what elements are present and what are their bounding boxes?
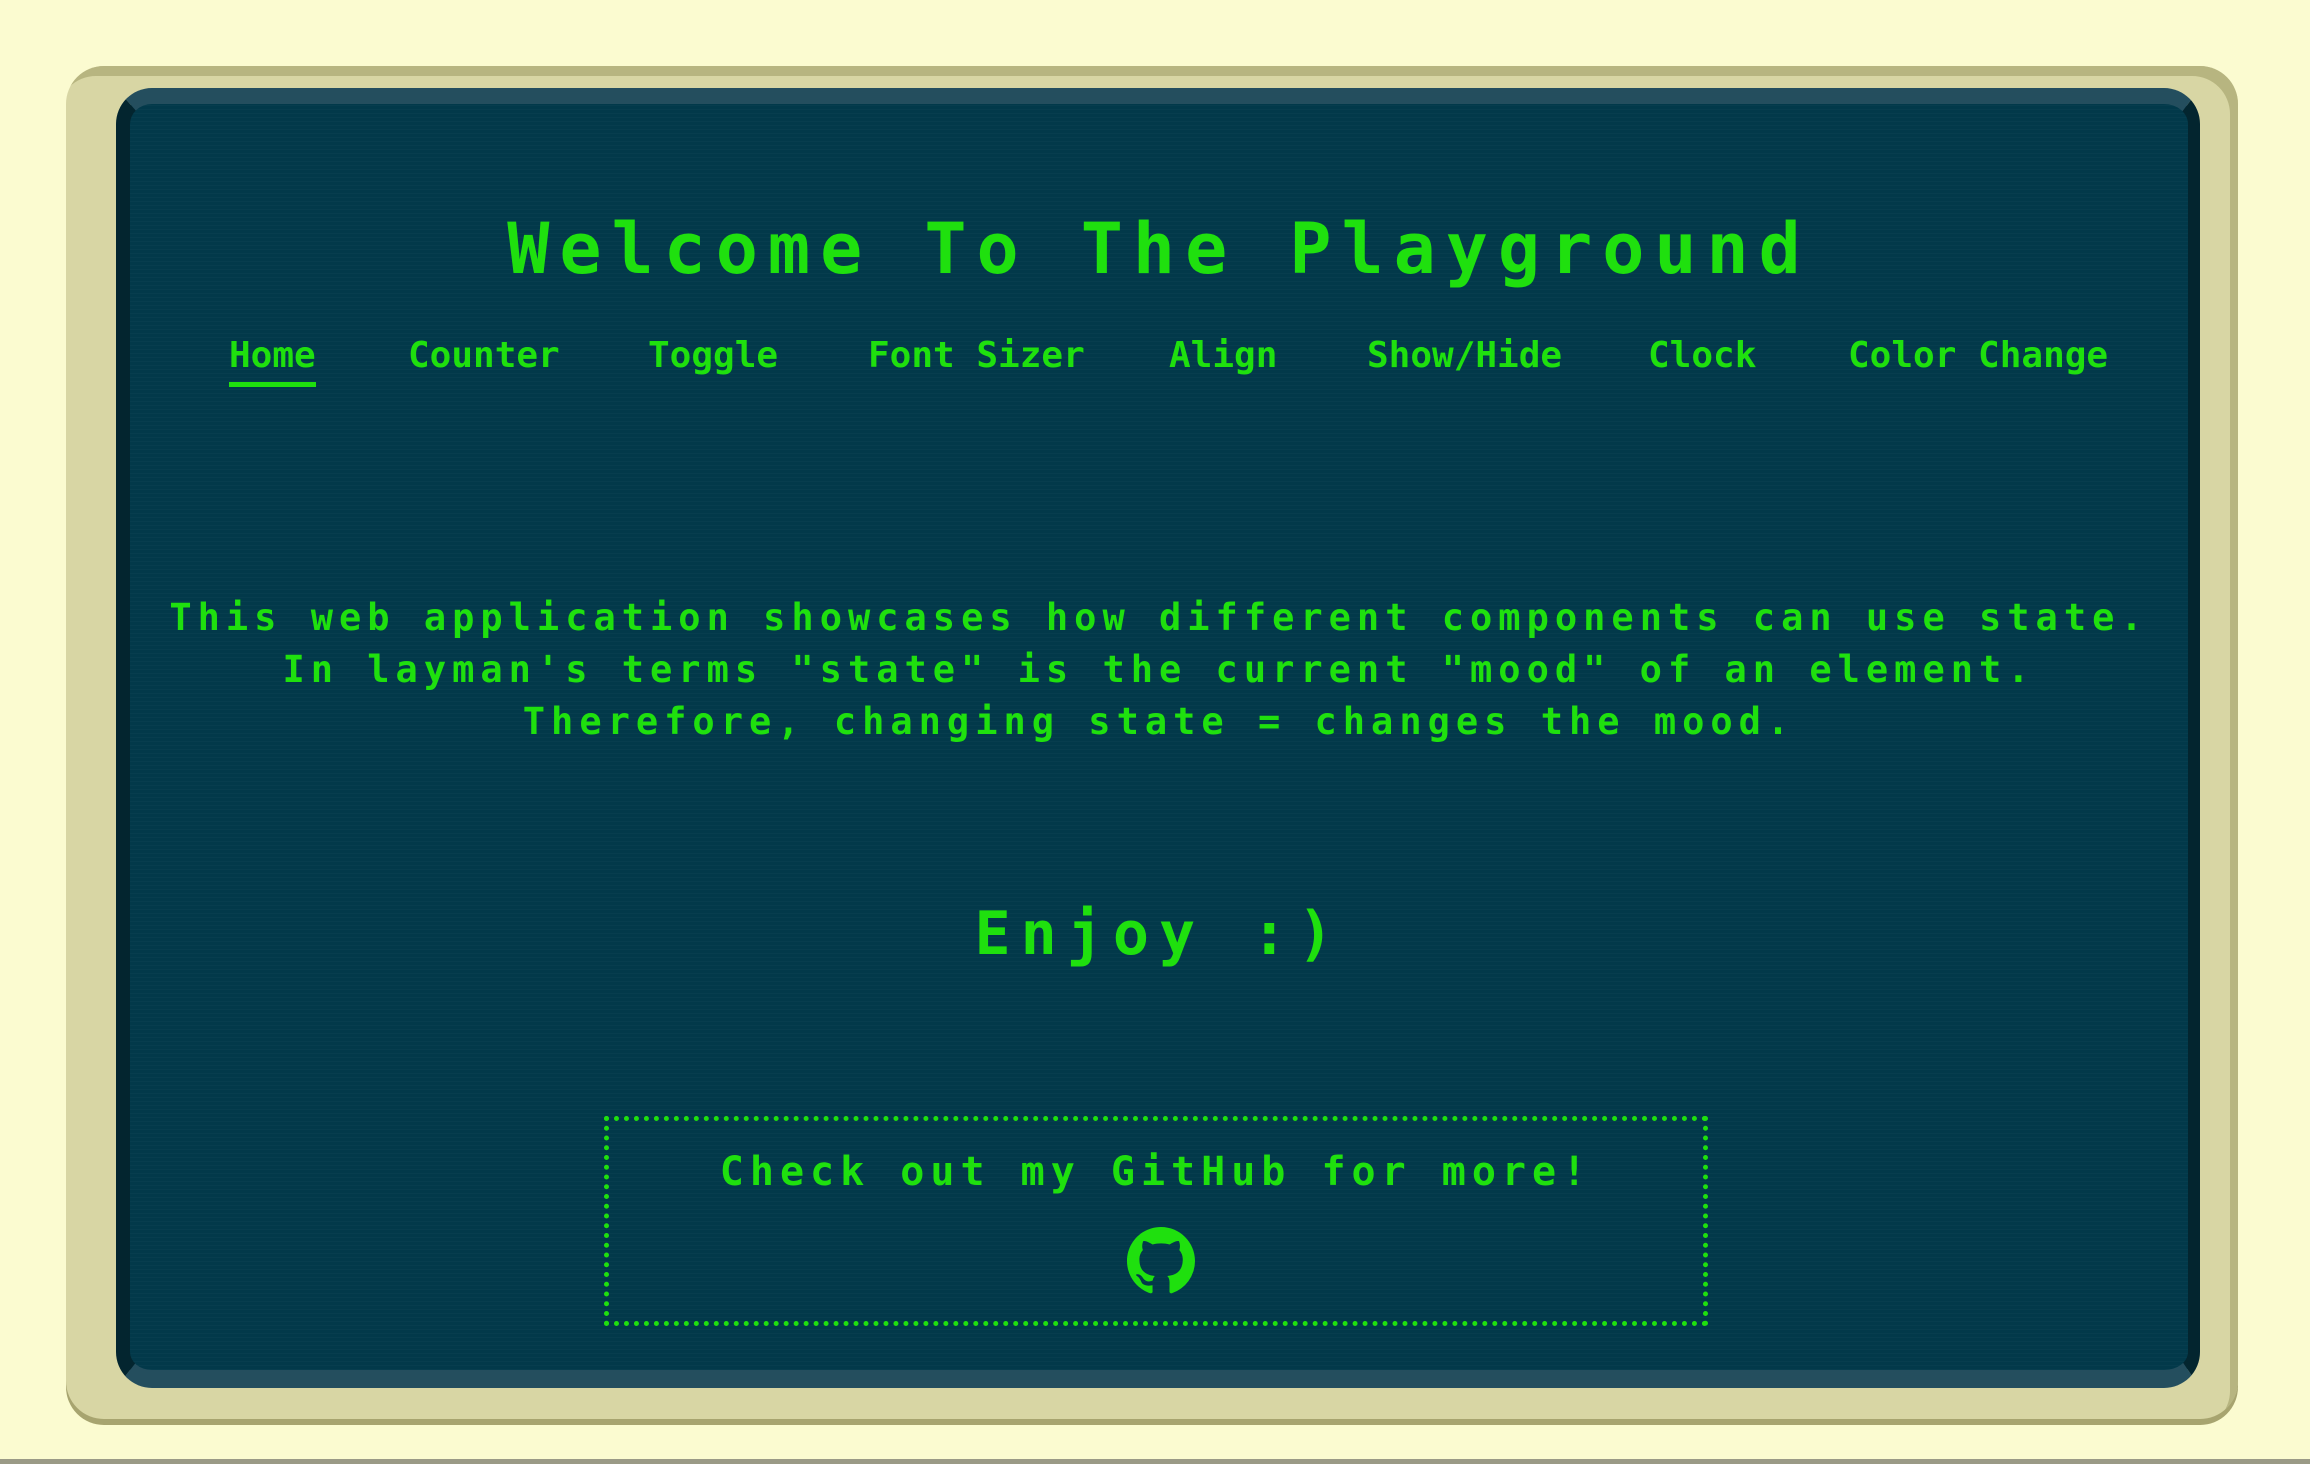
enjoy-text: Enjoy :) bbox=[974, 899, 1344, 969]
description-line-3: Therefore, changing state = changes the … bbox=[522, 700, 1796, 743]
github-icon[interactable] bbox=[1127, 1227, 1195, 1295]
page-bottom-border bbox=[0, 1459, 2310, 1464]
nav-home[interactable]: Home bbox=[229, 336, 316, 387]
page-title: Welcome To The Playground bbox=[507, 208, 1811, 290]
nav-font-sizer[interactable]: Font Sizer bbox=[868, 336, 1085, 382]
nav-toggle[interactable]: Toggle bbox=[648, 336, 778, 382]
nav-clock[interactable]: Clock bbox=[1648, 336, 1756, 382]
nav-color-change[interactable]: Color Change bbox=[1848, 336, 2108, 382]
monitor-screen: Welcome To The Playground Home Counter T… bbox=[116, 88, 2200, 1388]
description-line-2: In layman's terms "state" is the current… bbox=[282, 648, 2036, 691]
nav-show-hide[interactable]: Show/Hide bbox=[1367, 336, 1562, 382]
description-line-1: This web application showcases how diffe… bbox=[169, 596, 2149, 639]
description: This web application showcases how diffe… bbox=[130, 592, 2188, 748]
main-nav: Home Counter Toggle Font Sizer Align Sho… bbox=[130, 336, 2188, 396]
nav-counter[interactable]: Counter bbox=[408, 336, 560, 382]
github-box: Check out my GitHub for more! bbox=[604, 1116, 1708, 1326]
github-text: Check out my GitHub for more! bbox=[719, 1149, 1593, 1195]
nav-align[interactable]: Align bbox=[1169, 336, 1277, 382]
